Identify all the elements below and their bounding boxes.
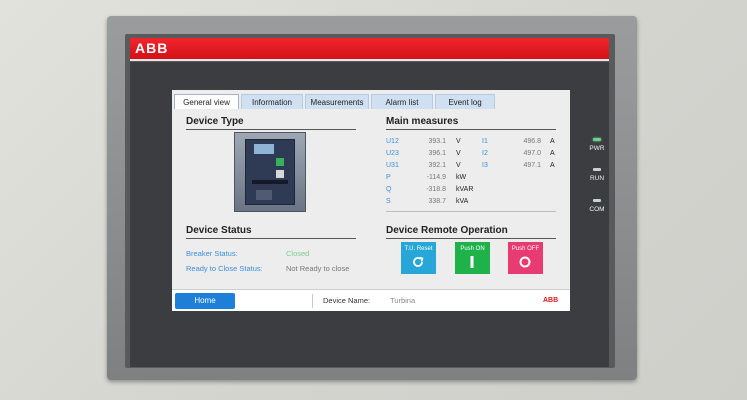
remote-operation-rule <box>386 238 556 239</box>
measure-value-s: 338.7 <box>428 198 446 205</box>
pwr-label: PWR <box>589 145 605 152</box>
measure-label-u23: U23 <box>386 150 399 157</box>
tu-reset-button[interactable]: T.U. Reset <box>401 242 436 274</box>
com-led <box>593 199 601 202</box>
measure-value-u23: 396.1 <box>428 150 446 157</box>
run-led <box>593 168 601 171</box>
tab-measurements[interactable]: Measurements <box>305 94 369 109</box>
measure-unit-u23: V <box>456 150 461 157</box>
tab-general-view[interactable]: General view <box>174 94 239 109</box>
measure-label-u31: U31 <box>386 162 399 169</box>
breaker-front-panel <box>245 139 295 205</box>
measure-value-u12: 393.1 <box>428 138 446 145</box>
pwr-led <box>593 138 601 141</box>
measure-unit-u31: V <box>456 162 461 169</box>
device-status-title: Device Status <box>186 225 252 236</box>
home-button[interactable]: Home <box>175 293 235 309</box>
remote-operation-title: Device Remote Operation <box>386 225 508 236</box>
device-type-title: Device Type <box>186 116 244 127</box>
measure-value-i3: 497.1 <box>523 162 541 169</box>
on-icon <box>470 256 474 268</box>
device-type-rule <box>186 129 356 130</box>
breaker-indicator <box>276 158 284 166</box>
breaker-image <box>234 132 306 212</box>
footer-bar: Home Device Name: Turbina ABB <box>172 289 570 311</box>
ready-to-close-value: Not Ready to close <box>286 264 350 273</box>
brand-bar-divider <box>130 59 609 61</box>
breaker-base <box>256 190 272 200</box>
main-measures-bottom-rule <box>386 211 556 212</box>
tab-event-log[interactable]: Event log <box>435 94 495 109</box>
push-on-button[interactable]: Push ON <box>455 242 490 274</box>
measure-label-i1: I1 <box>482 138 488 145</box>
hmi-screen: General view Information Measurements Al… <box>172 90 570 311</box>
device-name-label: Device Name: <box>323 296 371 305</box>
breaker-display <box>254 144 274 154</box>
measure-unit-q: kVAR <box>456 186 474 193</box>
footer-abb-logo: ABB <box>543 297 559 304</box>
measure-label-p: P <box>386 174 391 181</box>
tu-reset-label: T.U. Reset <box>404 246 433 252</box>
device-status-rule <box>186 238 356 239</box>
breaker-status-label: Breaker Status: <box>186 249 238 258</box>
ready-to-close-label: Ready to Close Status: <box>186 264 263 273</box>
tab-bar: General view Information Measurements Al… <box>172 90 570 110</box>
off-icon <box>519 256 531 268</box>
measure-unit-u12: V <box>456 138 461 145</box>
measure-label-s: S <box>386 198 391 205</box>
com-label: COM <box>589 206 605 213</box>
main-measures-title: Main measures <box>386 116 459 127</box>
abb-logo: ABB <box>135 40 169 56</box>
breaker-button <box>276 170 284 178</box>
measure-unit-s: kVA <box>456 198 469 205</box>
measure-value-p: -114.9 <box>426 174 446 181</box>
measure-value-q: -318.8 <box>426 186 446 193</box>
breaker-status-value: Closed <box>286 249 310 258</box>
brand-bar <box>130 38 609 59</box>
measure-value-i1: 496.8 <box>523 138 541 145</box>
push-off-label: Push OFF <box>511 246 540 252</box>
measure-value-u31: 392.1 <box>428 162 446 169</box>
push-off-button[interactable]: Push OFF <box>508 242 543 274</box>
measure-unit-p: kW <box>456 174 467 181</box>
breaker-slot <box>252 180 288 184</box>
measure-value-i2: 497.0 <box>523 150 541 157</box>
measure-label-i3: I3 <box>482 162 488 169</box>
device-name-value: Turbina <box>390 296 416 305</box>
main-measures-rule <box>386 129 556 130</box>
measure-label-i2: I2 <box>482 150 488 157</box>
run-label: RUN <box>589 175 605 182</box>
tab-information[interactable]: Information <box>241 94 303 109</box>
push-on-label: Push ON <box>460 246 485 252</box>
measure-unit-i2: A <box>550 150 555 157</box>
measure-label-u12: U12 <box>386 138 399 145</box>
measure-label-q: Q <box>386 186 392 193</box>
reset-icon <box>413 256 424 267</box>
measure-unit-i3: A <box>550 162 555 169</box>
tab-alarm-list[interactable]: Alarm list <box>371 94 433 109</box>
measure-unit-i1: A <box>550 138 555 145</box>
footer-divider <box>312 294 313 308</box>
